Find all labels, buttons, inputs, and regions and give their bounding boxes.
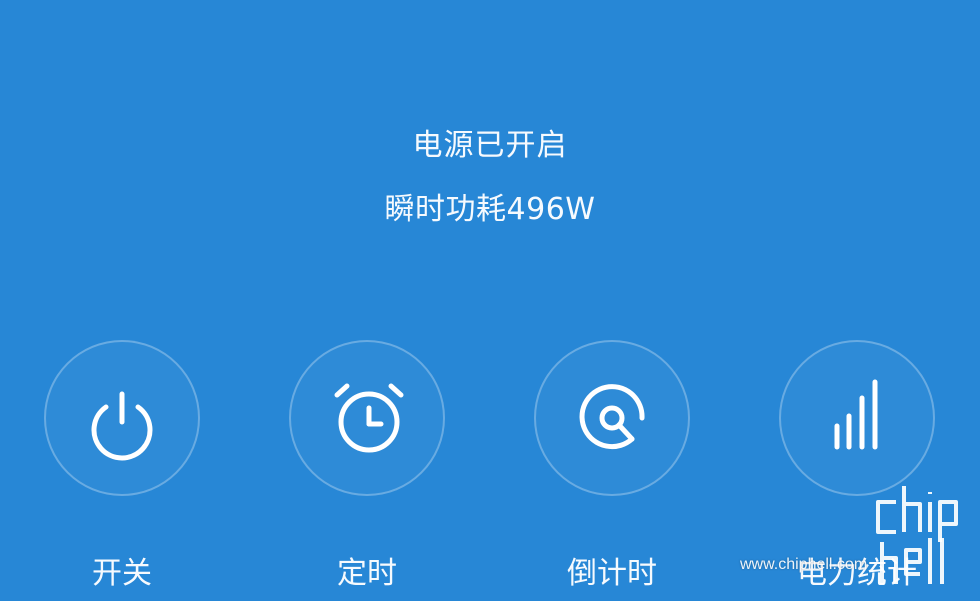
power-icon <box>91 391 153 461</box>
countdown-icon <box>579 384 645 450</box>
power-button[interactable] <box>44 340 200 496</box>
countdown-button[interactable] <box>534 340 690 496</box>
countdown-button-label[interactable]: 倒计时 <box>512 548 712 592</box>
bar-chart-icon <box>834 379 878 450</box>
status-title: 电源已开启 <box>412 128 568 163</box>
alarm-clock-icon <box>334 383 404 453</box>
timer-button-label[interactable]: 定时 <box>267 548 467 592</box>
power-stats-button-label[interactable]: 电力统计 <box>757 548 957 592</box>
timer-button[interactable] <box>289 340 445 496</box>
power-stats-button[interactable] <box>779 340 935 496</box>
power-button-label[interactable]: 开关 <box>22 548 222 592</box>
instant-power-readout: 瞬时功耗496W <box>384 192 596 227</box>
